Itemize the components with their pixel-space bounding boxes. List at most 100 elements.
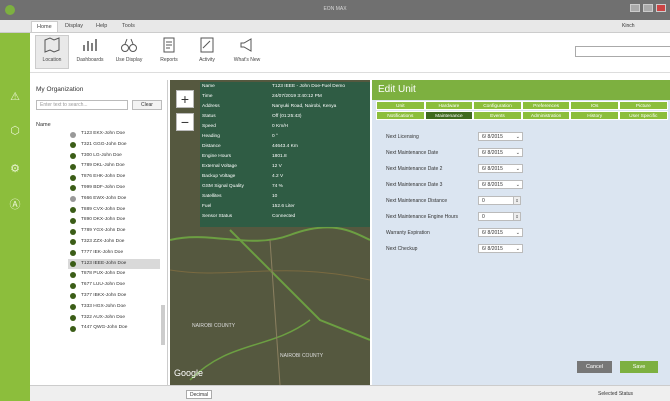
vehicle-list-item[interactable]: T323 ZZX-John Doe (68, 237, 160, 248)
activity-button[interactable]: Activity (190, 36, 224, 63)
letter-a-icon[interactable]: Ⓐ (9, 199, 21, 211)
vehicle-list-item[interactable]: T878 PUX-John Doe (68, 269, 160, 280)
dashboards-button[interactable]: Dashboards (73, 36, 107, 63)
vehicle-status-icon (70, 207, 76, 214)
tab-unit[interactable]: Unit (376, 101, 425, 110)
spinner-icon[interactable]: ⇕ (513, 212, 521, 221)
map-view[interactable]: + − Name T123 IEEE - John Doe-Fuel Demo Ti… (170, 80, 370, 385)
menu-display[interactable]: Display (65, 23, 83, 29)
tab-ios[interactable]: IOs (570, 101, 619, 110)
selected-status-dropdown[interactable]: Selected Status (598, 391, 633, 397)
chevron-down-icon: ⌄ (515, 150, 520, 156)
date-picker[interactable]: 6/ 8/2015 ⌄ (478, 148, 523, 157)
activity-icon (200, 37, 214, 53)
name-column-header[interactable]: Name (36, 122, 51, 128)
tab-administration[interactable]: Administration (521, 111, 571, 120)
info-value: 152.6 Liter (272, 204, 295, 209)
zoom-out-button[interactable]: − (176, 113, 194, 131)
shield-icon[interactable]: ⬡ (9, 125, 21, 137)
maximize-button[interactable] (643, 4, 653, 12)
info-value: 0 Km/H (272, 124, 288, 129)
vehicle-list-item[interactable]: T889 CVX-John Doe (68, 205, 160, 216)
tab-maintenance[interactable]: Maintenance (424, 111, 474, 120)
info-label: Time (202, 94, 213, 99)
info-value: 1801.8 (272, 154, 287, 159)
vehicle-status-icon (70, 239, 76, 246)
zoom-in-button[interactable]: + (176, 90, 194, 108)
tab-preferences[interactable]: Preferences (521, 101, 571, 110)
field-label: Next Licensing (386, 134, 419, 140)
alert-icon[interactable]: ⚠ (9, 91, 21, 103)
spinner-icon[interactable]: ⇕ (513, 196, 521, 205)
edit-unit-panel: Edit Unit Unit Hardware Configuration Prefe… (372, 80, 670, 385)
date-picker[interactable]: 6/ 8/2015 ⌄ (478, 164, 523, 173)
tab-picture[interactable]: Picture (619, 101, 668, 110)
tab-notifications[interactable]: Notifications (376, 111, 425, 120)
date-picker[interactable]: 6/ 8/2015 ⌄ (478, 228, 523, 237)
cancel-button[interactable]: Cancel (577, 361, 612, 373)
clear-button[interactable]: Clear (132, 100, 162, 110)
menu-help[interactable]: Help (96, 23, 107, 29)
info-label: Status (202, 114, 216, 119)
vehicle-name: T321 GGG-John Doe (81, 141, 127, 147)
vehicle-status-icon (70, 174, 76, 181)
vehicle-list-item[interactable]: T447 QWG-John Doe (68, 323, 160, 334)
vehicle-list-item[interactable]: T321 GGG-John Doe (68, 140, 160, 151)
menu-tools[interactable]: Tools (122, 23, 135, 29)
vehicle-list-item[interactable]: T123 EKX-John Doe (68, 129, 160, 140)
reports-label: Reports (160, 57, 178, 63)
date-picker[interactable]: 6/ 8/2015 ⌄ (478, 180, 523, 189)
vehicle-list-item[interactable]: T876 EHK-John Doe (68, 172, 160, 183)
tab-configuration[interactable]: Configuration (473, 101, 522, 110)
vehicle-list-item[interactable]: T333 HGX-John Doe (68, 302, 160, 313)
vehicle-list-item[interactable]: T300 LG-John Doe (68, 151, 160, 162)
organization-search-input[interactable]: Enter text to search... (36, 100, 128, 110)
use-display-button[interactable]: Use Display (112, 36, 146, 63)
info-value: Off (01:25:43) (272, 114, 302, 119)
tab-history[interactable]: History (570, 111, 619, 120)
date-picker[interactable]: 6/ 8/2015 ⌄ (478, 244, 523, 253)
info-label: Sensor Status (202, 214, 233, 219)
chevron-down-icon: ⌄ (515, 230, 520, 236)
menu-home[interactable]: Home (31, 21, 58, 32)
tab-hardware[interactable]: Hardware (424, 101, 474, 110)
vehicle-list-item[interactable]: T999 BDF-John Doe (68, 183, 160, 194)
global-search-input[interactable] (575, 46, 670, 57)
vehicle-list-item[interactable]: T789 YGX-John Doe (68, 226, 160, 237)
reports-button[interactable]: Reports (152, 36, 186, 63)
tab-events[interactable]: Events (473, 111, 522, 120)
activity-label: Activity (199, 57, 215, 63)
vehicle-name: T447 QWG-John Doe (81, 325, 128, 331)
vehicle-list-item[interactable]: T666 EWX-John Doe (68, 194, 160, 205)
settings-icon[interactable]: ⚙ (9, 163, 21, 175)
close-button[interactable] (656, 4, 666, 12)
list-scrollbar[interactable] (161, 305, 165, 345)
location-button[interactable]: Location (35, 35, 69, 69)
chevron-down-icon: ⌄ (515, 166, 520, 172)
vehicle-info-popup: Name T123 IEEE - John Doe-Fuel Demo Time 24… (200, 82, 370, 227)
vehicle-list-item[interactable]: T789 DKL-John Doe (68, 161, 160, 172)
vehicle-name: T777 IEK-John Doe (81, 249, 124, 255)
vehicle-status-icon (70, 261, 76, 268)
vehicle-status-icon (70, 217, 76, 224)
minimize-button[interactable] (630, 4, 640, 12)
tab-user-specific[interactable]: User Specific (619, 111, 668, 120)
vehicle-status-icon (70, 250, 76, 257)
vehicle-list-item[interactable]: T890 DKX-John Doe (68, 215, 160, 226)
save-button[interactable]: Save (620, 361, 658, 373)
number-input[interactable]: 0 (478, 212, 514, 221)
decimal-format-button[interactable]: Decimal (186, 390, 212, 399)
vehicle-status-icon (70, 293, 76, 300)
field-label: Next Maintenance Engine Hours (386, 214, 458, 220)
whats-new-button[interactable]: What's New (230, 36, 264, 63)
vehicle-name: T677 LUU-John Doe (81, 282, 125, 288)
number-input[interactable]: 0 (478, 196, 514, 205)
info-value: 4.2 V (272, 174, 284, 179)
vehicle-list-item[interactable]: T322 AUX-John Doe (68, 313, 160, 324)
vehicle-list-item[interactable]: T123 IEEE-John Doe (68, 258, 160, 270)
date-picker[interactable]: 6/ 8/2015 ⌄ (478, 132, 523, 141)
vehicle-list-item[interactable]: T677 LUU-John Doe (68, 280, 160, 291)
vehicle-list-item[interactable]: T377 IBKX-John Doe (68, 291, 160, 302)
vehicle-list-item[interactable]: T777 IEK-John Doe (68, 248, 160, 259)
user-name[interactable]: Kinch (622, 23, 635, 29)
